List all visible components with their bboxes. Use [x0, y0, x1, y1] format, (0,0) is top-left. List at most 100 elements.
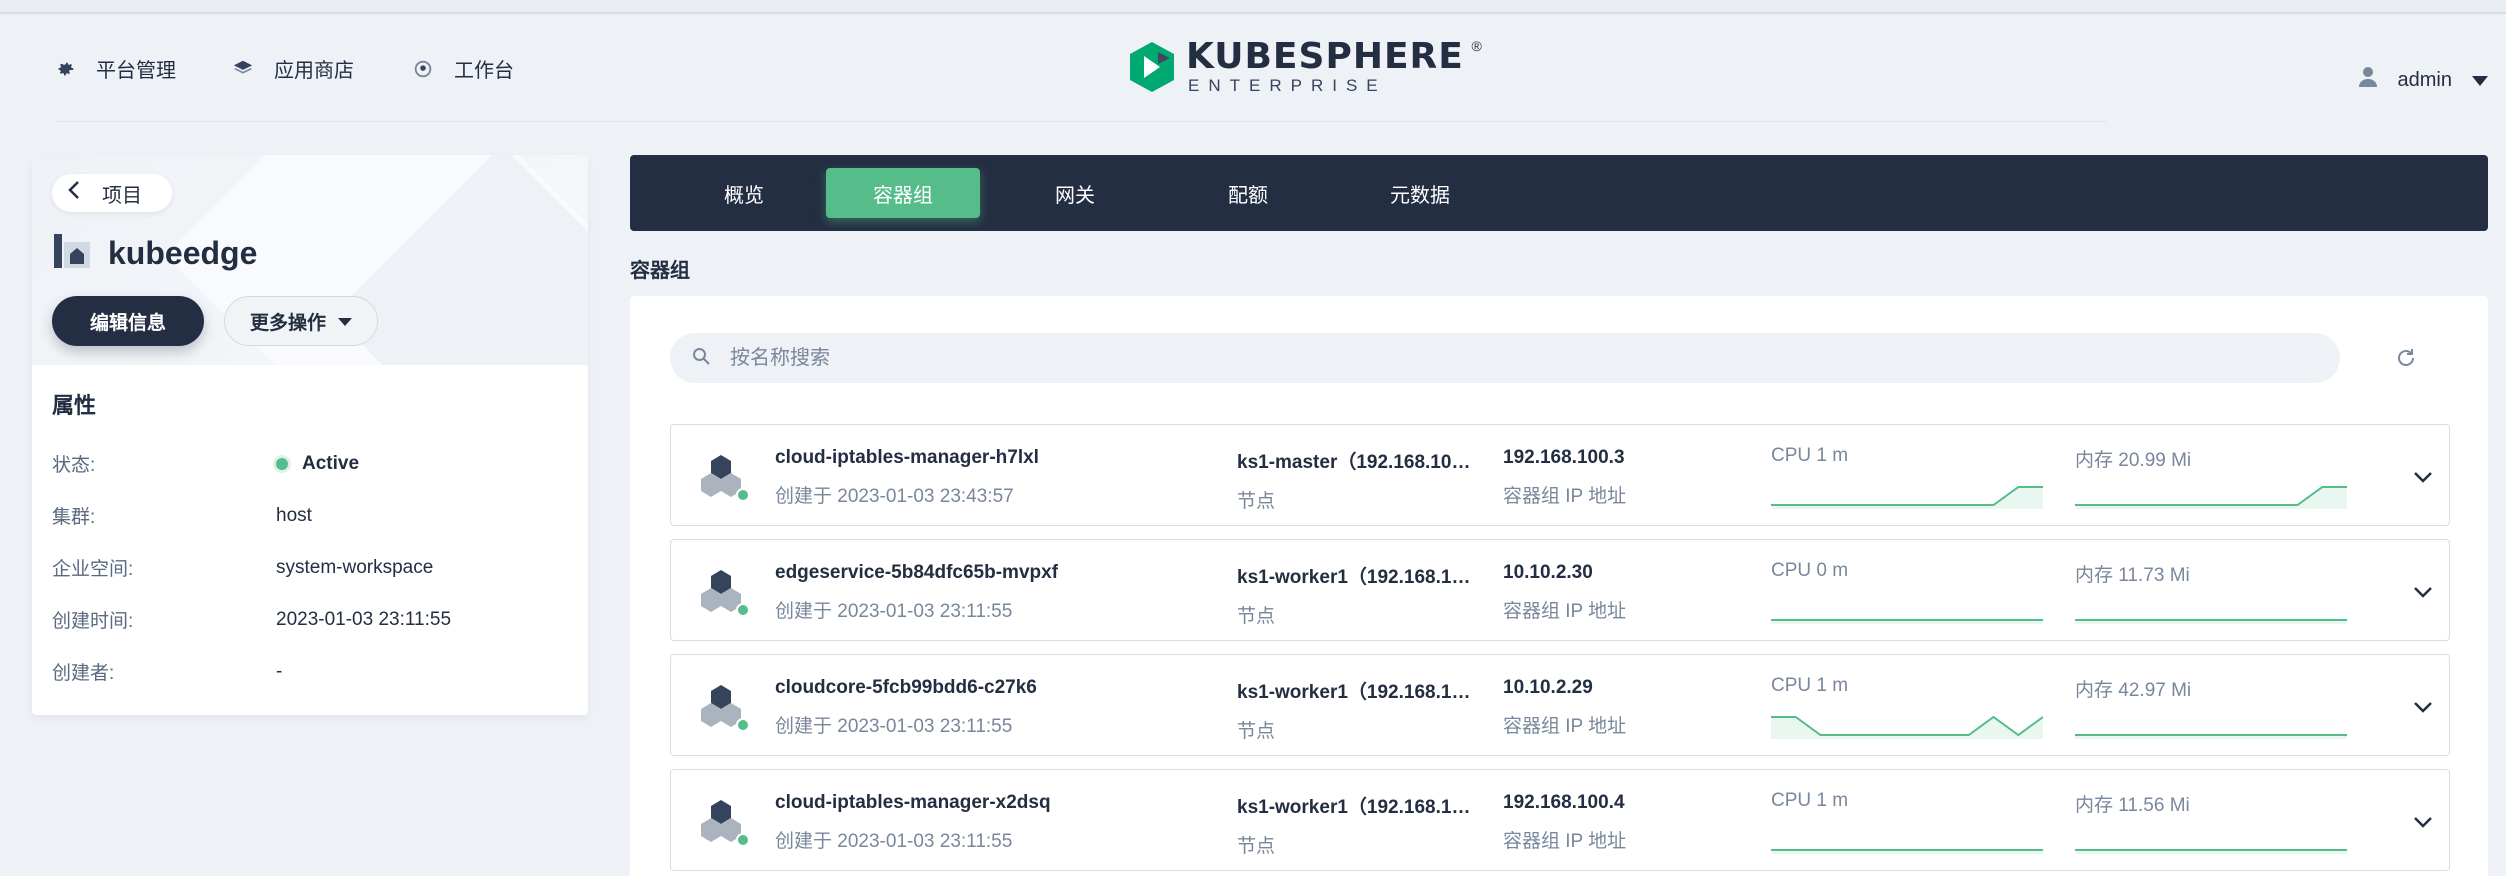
- edit-info-button[interactable]: 编辑信息: [52, 296, 204, 346]
- pod-ip-label: 容器组 IP 地址: [1503, 601, 1627, 622]
- tab-metadata[interactable]: 元数据: [1343, 168, 1497, 218]
- kubesphere-logo[interactable]: KUBESPHERE ENTERPRISE ®: [1128, 36, 1482, 96]
- search-input[interactable]: [730, 346, 2230, 370]
- pod-icon: [701, 453, 751, 503]
- pod-created: 创建于 2023-01-03 23:11:55: [775, 831, 1013, 852]
- more-actions-label: 更多操作: [249, 312, 326, 334]
- sparkline: [2075, 849, 2347, 854]
- pod-created: 创建于 2023-01-03 23:11:55: [775, 601, 1013, 622]
- nav-platform-management[interactable]: 平台管理: [52, 54, 176, 83]
- chevron-down-icon[interactable]: [2411, 465, 2435, 489]
- refresh-icon[interactable]: [2392, 344, 2420, 372]
- status-dot-icon: [276, 457, 288, 470]
- pod-list-card: cloud-iptables-manager-h7lxl 创建于 2023-01…: [630, 296, 2488, 876]
- attr-row-workspace: 企业空间: system-workspace: [52, 554, 552, 581]
- search-bar[interactable]: [670, 333, 2340, 383]
- tab-overview[interactable]: 概览: [667, 168, 821, 218]
- chevron-down-icon[interactable]: [2411, 580, 2435, 604]
- attr-value: host: [276, 504, 312, 526]
- pod-created: 创建于 2023-01-03 23:11:55: [775, 716, 1013, 737]
- project-icon: [54, 234, 90, 273]
- caret-down-icon: [2472, 69, 2488, 92]
- pod-icon: [701, 568, 751, 618]
- cpu-metric: CPU 1 m: [1771, 445, 2047, 509]
- workbench-icon: [410, 56, 436, 82]
- memory-metric: 内存 42.97 Mi: [2075, 675, 2351, 739]
- nav-app-store[interactable]: 应用商店: [230, 54, 354, 83]
- status-value: Active: [302, 452, 360, 474]
- pod-node-label: 节点: [1237, 491, 1276, 512]
- pod-icon: [701, 683, 751, 733]
- pod-row[interactable]: cloud-iptables-manager-h7lxl 创建于 2023-01…: [670, 424, 2450, 526]
- more-actions-button[interactable]: 更多操作: [224, 296, 378, 346]
- pod-name[interactable]: edgeservice-5b84dfc65b-mvpxf: [775, 562, 1058, 584]
- pod-row[interactable]: cloud-iptables-manager-x2dsq 创建于 2023-01…: [670, 769, 2450, 871]
- tab-pods[interactable]: 容器组: [826, 168, 980, 218]
- sparkline: [1771, 486, 2043, 509]
- cpu-metric: CPU 1 m: [1771, 790, 2047, 854]
- pod-node-label: 节点: [1237, 836, 1276, 857]
- pod-ip-label: 容器组 IP 地址: [1503, 831, 1627, 852]
- username: admin: [2397, 68, 2452, 91]
- attr-key: 创建时间:: [52, 611, 134, 632]
- pod-ip: 10.10.2.30: [1503, 562, 1593, 583]
- user-menu[interactable]: admin: [2358, 66, 2488, 94]
- pod-created: 创建于 2023-01-03 23:43:57: [775, 486, 1014, 507]
- nav-workbench[interactable]: 工作台: [410, 54, 514, 83]
- search-icon: [692, 347, 710, 370]
- back-to-projects-button[interactable]: 项目: [52, 174, 172, 212]
- pod-node: ks1-worker1（192.168.100.4）: [1237, 682, 1477, 703]
- sparkline: [1771, 715, 2043, 739]
- nav-label: 应用商店: [274, 60, 354, 82]
- pod-row[interactable]: edgeservice-5b84dfc65b-mvpxf 创建于 2023-01…: [670, 539, 2450, 641]
- back-label: 项目: [102, 184, 142, 207]
- gear-icon: [52, 56, 78, 82]
- sparkline: [1771, 849, 2043, 854]
- cpu-metric: CPU 0 m: [1771, 560, 2047, 624]
- attr-row-cluster: 集群: host: [52, 502, 552, 529]
- chevron-down-icon[interactable]: [2411, 695, 2435, 719]
- pod-node: ks1-master（192.168.100.3）: [1237, 452, 1477, 473]
- attr-key: 状态:: [52, 455, 96, 476]
- logo-subtitle: ENTERPRISE: [1188, 76, 1387, 95]
- cpu-label: CPU 1 m: [1771, 675, 1849, 696]
- pod-ip: 192.168.100.3: [1503, 447, 1625, 468]
- logo-wordmark: KUBESPHERE: [1186, 36, 1464, 77]
- layers-icon: [230, 56, 256, 82]
- pod-name[interactable]: cloud-iptables-manager-x2dsq: [775, 792, 1051, 814]
- attr-value: -: [276, 660, 283, 682]
- attr-row-creator: 创建者: -: [52, 658, 552, 685]
- nav-label: 工作台: [454, 60, 514, 82]
- cpu-label: CPU 0 m: [1771, 560, 1849, 581]
- logo-registered-mark: ®: [1471, 38, 1482, 54]
- sparkline: [2075, 486, 2347, 509]
- project-title: kubeedge: [54, 234, 257, 273]
- pod-name[interactable]: cloudcore-5fcb99bdd6-c27k6: [775, 677, 1037, 699]
- pod-ip-label: 容器组 IP 地址: [1503, 486, 1627, 507]
- project-name: kubeedge: [108, 235, 258, 271]
- chevron-down-icon[interactable]: [2411, 810, 2435, 834]
- pod-ip: 10.10.2.29: [1503, 677, 1593, 698]
- attr-key: 集群:: [52, 507, 96, 528]
- caret-down-icon: [338, 310, 352, 332]
- cpu-label: CPU 1 m: [1771, 790, 1849, 811]
- attr-row-status: 状态: Active: [52, 450, 552, 477]
- cpu-metric: CPU 1 m: [1771, 675, 2047, 739]
- top-header: 平台管理 应用商店 工作台 KUBESPHERE ENTERPRISE ® ad…: [0, 14, 2506, 122]
- tab-gateway[interactable]: 网关: [998, 168, 1152, 218]
- chevron-left-icon: [68, 180, 80, 206]
- memory-label: 内存 11.56 Mi: [2075, 795, 2190, 816]
- attr-value: system-workspace: [276, 556, 434, 578]
- sparkline: [2075, 619, 2347, 624]
- attributes-heading: 属性: [52, 393, 97, 418]
- tab-quota[interactable]: 配额: [1171, 168, 1325, 218]
- pod-name[interactable]: cloud-iptables-manager-h7lxl: [775, 447, 1039, 469]
- attr-key: 创建者:: [52, 663, 115, 684]
- pod-row[interactable]: cloudcore-5fcb99bdd6-c27k6 创建于 2023-01-0…: [670, 654, 2450, 756]
- memory-label: 内存 11.73 Mi: [2075, 565, 2190, 586]
- pod-ip: 192.168.100.4: [1503, 792, 1625, 813]
- tab-bar: 概览 容器组 网关 配额 元数据: [630, 155, 2488, 231]
- memory-metric: 内存 11.73 Mi: [2075, 560, 2351, 624]
- memory-metric: 内存 20.99 Mi: [2075, 445, 2351, 509]
- sparkline: [2075, 734, 2347, 739]
